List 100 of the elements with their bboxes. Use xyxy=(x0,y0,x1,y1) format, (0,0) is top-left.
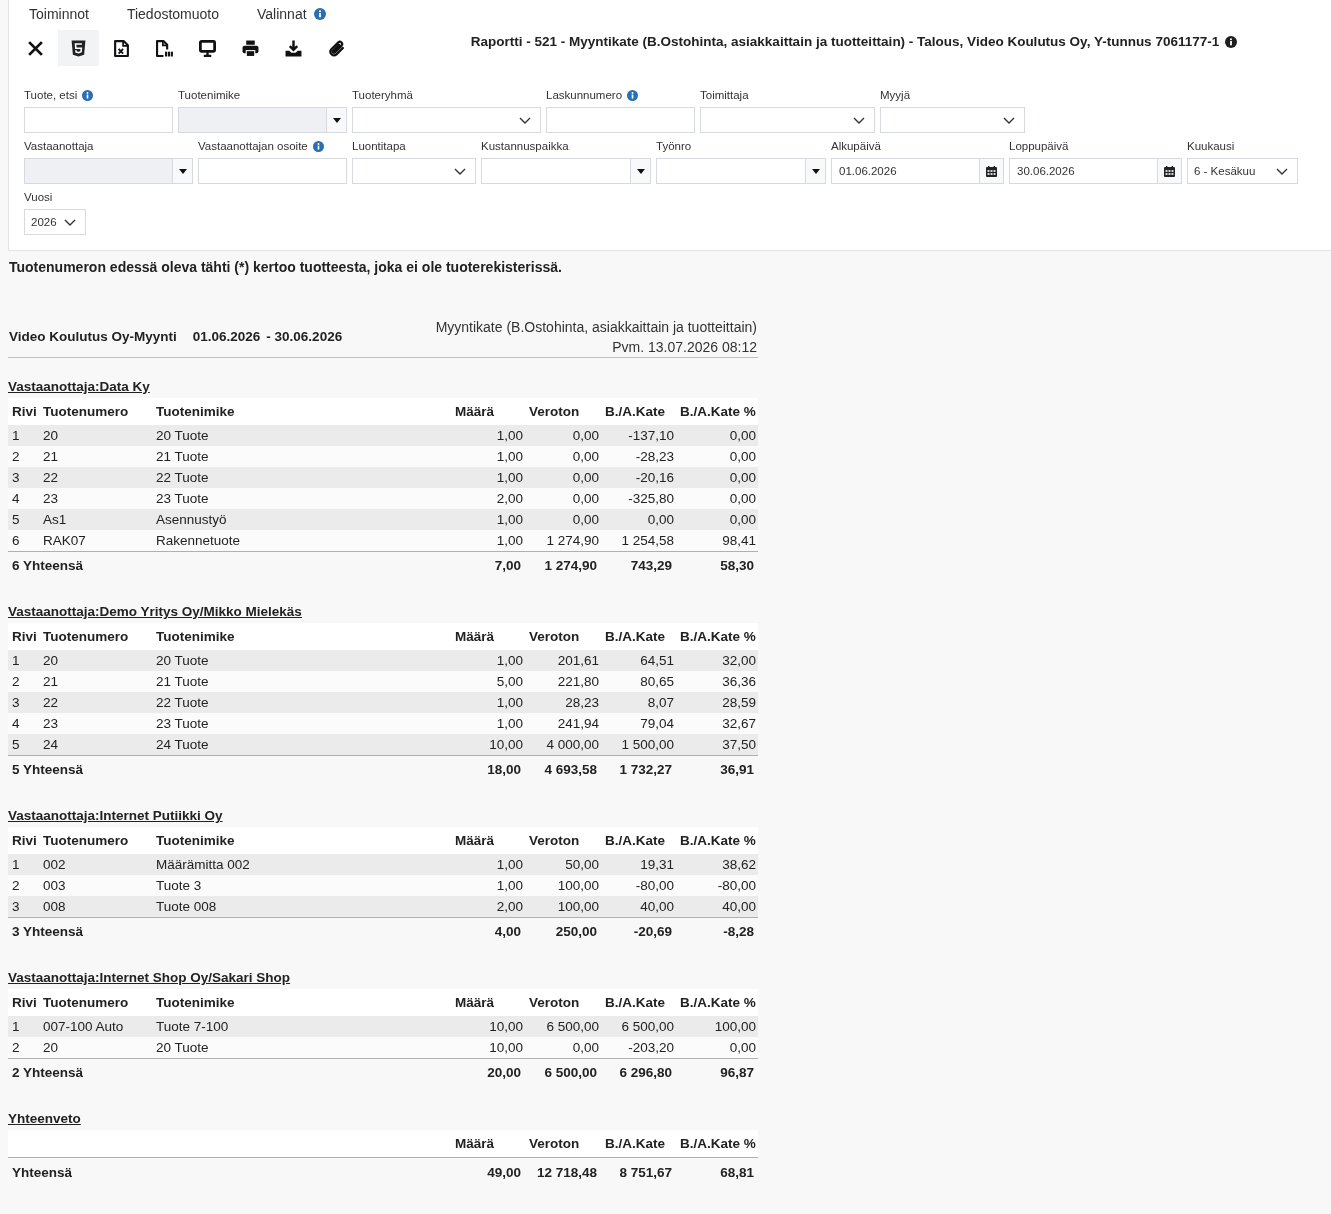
table-cell-text: 5,00 xyxy=(495,674,524,689)
field-label: Tuoteryhmä xyxy=(352,88,413,103)
table-cell-text: 003 xyxy=(42,878,67,893)
table-cell-text: Määrämitta 002 xyxy=(155,857,251,872)
field-label: Tuote, etsi xyxy=(24,88,78,103)
column-header: B./A.Kate xyxy=(604,404,666,419)
table-cell-text: 1,00 xyxy=(495,857,524,872)
table-cell-text: 3 xyxy=(11,695,21,710)
column-header: Tuotenumero xyxy=(42,404,130,419)
table-cell-text: 100,00 xyxy=(713,1019,757,1034)
total-cell-text: 7,00 xyxy=(493,557,522,573)
field-label: Luontitapa xyxy=(352,139,406,154)
total-cell-text: 18,00 xyxy=(486,761,522,777)
table-cell-text: 0,00 xyxy=(646,512,675,527)
column-header: B./A.Kate % xyxy=(679,995,757,1010)
table-cell-text: 2 xyxy=(11,1040,21,1055)
caret-icon xyxy=(332,117,341,123)
calendar-icon xyxy=(1164,165,1175,177)
table-cell-text: 0,00 xyxy=(571,512,600,527)
table-cell-text: 1,00 xyxy=(495,428,524,443)
field-label: Vuosi xyxy=(24,190,53,205)
menu-item[interactable]: Tiedostomuoto xyxy=(106,0,237,28)
menu-item[interactable]: Valinnat xyxy=(237,0,344,28)
combo-field[interactable] xyxy=(481,158,651,184)
select-field[interactable] xyxy=(700,107,875,133)
print-date: Pvm. 13.07.2026 08:12 xyxy=(611,337,757,357)
column-header: B./A.Kate xyxy=(604,995,666,1010)
table-cell-text: 1 xyxy=(11,653,21,668)
table-cell-text: 19,31 xyxy=(639,857,675,872)
calendar-button[interactable] xyxy=(979,159,1003,183)
date-field[interactable]: 01.06.2026 xyxy=(831,158,1004,184)
text-field[interactable] xyxy=(546,107,695,133)
table-cell-text: 4 000,00 xyxy=(545,737,600,752)
table-cell-text: 2 xyxy=(11,674,21,689)
table-cell-text: 10,00 xyxy=(488,737,524,752)
field-label: Alkupäivä xyxy=(831,139,881,154)
table-cell-text: 37,50 xyxy=(721,737,757,752)
group-heading: Vastaanottaja:Internet Putiikki Oy xyxy=(8,807,223,825)
field-label: Toimittaja xyxy=(700,88,749,103)
text-field[interactable] xyxy=(198,158,347,184)
total-cell-text: 96,87 xyxy=(719,1064,755,1080)
total-label: 6 Yhteensä xyxy=(11,557,85,573)
column-header: Veroton xyxy=(528,995,581,1010)
total-cell-text: 250,00 xyxy=(554,923,598,939)
menu-item[interactable]: Toiminnot xyxy=(9,0,107,28)
column-header: Tuotenumero xyxy=(42,833,130,848)
column-header: B./A.Kate % xyxy=(679,629,757,644)
table-cell-text: 22 Tuote xyxy=(155,470,210,485)
calendar-button[interactable] xyxy=(1157,159,1181,183)
total-cell-text: 8 751,67 xyxy=(618,1164,673,1180)
table-cell-text: 4 xyxy=(11,716,21,731)
total-cell-text: 1 274,90 xyxy=(543,557,598,573)
table-cell-text: 23 xyxy=(42,716,60,731)
total-cell-text: -20,69 xyxy=(632,923,673,939)
caret-icon xyxy=(636,168,645,174)
date-field[interactable]: 30.06.2026 xyxy=(1009,158,1182,184)
table-cell-text: 1 274,90 xyxy=(545,533,600,548)
table-cell-text: 002 xyxy=(42,857,67,872)
table-cell-text: 1,00 xyxy=(495,878,524,893)
select-field[interactable]: 6 - Kesäkuu xyxy=(1187,158,1298,184)
table-cell-text: 20 xyxy=(42,653,60,668)
column-header: B./A.Kate xyxy=(604,833,666,848)
toolbar-button[interactable] xyxy=(58,30,99,66)
dropdown-button[interactable] xyxy=(630,159,650,183)
chevron-icon xyxy=(454,167,466,175)
select-field[interactable] xyxy=(880,107,1025,133)
select-field[interactable] xyxy=(352,107,541,133)
table-cell-text: 8,07 xyxy=(646,695,675,710)
total-cell-text: 6 296,80 xyxy=(618,1064,673,1080)
total-cell-text: 743,29 xyxy=(629,557,673,573)
table-cell-text: 1 xyxy=(11,1019,21,1034)
column-header: Tuotenimike xyxy=(155,995,236,1010)
combo-field[interactable] xyxy=(656,158,826,184)
table-cell-text: 0,00 xyxy=(728,470,757,485)
shield-icon xyxy=(70,39,87,57)
select-field[interactable] xyxy=(352,158,476,184)
column-header: B./A.Kate xyxy=(604,1136,666,1151)
table-cell-text: 6 500,00 xyxy=(545,1019,600,1034)
total-label: 3 Yhteensä xyxy=(11,923,85,939)
table-cell-text: 21 xyxy=(42,674,60,689)
table-cell-text: RAK07 xyxy=(42,533,87,548)
table-cell-text: 79,04 xyxy=(639,716,675,731)
table-cell-text: -80,00 xyxy=(634,878,675,893)
group-heading: Vastaanottaja:Data Ky xyxy=(8,378,150,396)
column-header: Tuotenimike xyxy=(155,833,236,848)
table-cell-text: 23 Tuote xyxy=(155,716,210,731)
dropdown-button[interactable] xyxy=(805,159,825,183)
table-cell-text: 2,00 xyxy=(495,491,524,506)
table-cell-text: 0,00 xyxy=(571,449,600,464)
table-cell-text: -137,10 xyxy=(627,428,675,443)
table-cell-text: 0,00 xyxy=(571,470,600,485)
column-header: Veroton xyxy=(528,833,581,848)
group-heading: Vastaanottaja:Internet Shop Oy/Sakari Shop xyxy=(8,969,291,987)
table-cell-text: 20 Tuote xyxy=(155,428,210,443)
table-cell-text: 3 xyxy=(11,899,21,914)
select-field[interactable]: 2026 xyxy=(24,209,86,235)
table-cell-text: 008 xyxy=(42,899,67,914)
total-cell-text: 4,00 xyxy=(493,923,522,939)
text-field[interactable] xyxy=(24,107,173,133)
table-cell-text: 1,00 xyxy=(495,512,524,527)
